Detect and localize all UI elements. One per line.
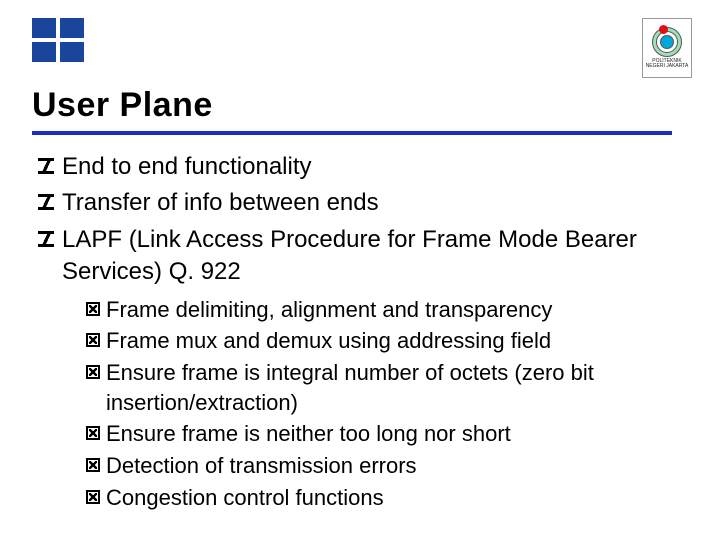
sub-bullet-icon <box>86 490 100 504</box>
slide: POLITEKNIK NEGERI JAKARTA User Plane End… <box>0 0 720 540</box>
list-item: Detection of transmission errors <box>86 451 692 481</box>
sub-bullet-list: Frame delimiting, alignment and transpar… <box>86 295 692 513</box>
bullet-icon <box>38 231 54 247</box>
sub-bullet-icon <box>86 365 100 379</box>
bullet-icon <box>38 194 54 210</box>
list-item: Ensure frame is integral number of octet… <box>86 358 692 417</box>
page-title: User Plane <box>32 86 692 125</box>
bullet-list: End to end functionality Transfer of inf… <box>38 151 692 289</box>
list-item: Frame delimiting, alignment and transpar… <box>86 295 692 325</box>
bullet-text: Transfer of info between ends <box>62 187 379 219</box>
bullet-text: LAPF (Link Access Procedure for Frame Mo… <box>62 224 692 289</box>
list-item: Ensure frame is neither too long nor sho… <box>86 419 692 449</box>
logo-right-caption: POLITEKNIK NEGERI JAKARTA <box>643 59 691 70</box>
logo-left-icon <box>32 18 84 62</box>
sub-bullet-text: Congestion control functions <box>106 483 384 513</box>
bullet-icon <box>38 158 54 174</box>
sub-bullet-icon <box>86 333 100 347</box>
sub-bullet-text: Ensure frame is neither too long nor sho… <box>106 419 511 449</box>
sub-bullet-text: Ensure frame is integral number of octet… <box>106 358 692 417</box>
sub-bullet-text: Frame delimiting, alignment and transpar… <box>106 295 552 325</box>
sub-bullet-text: Detection of transmission errors <box>106 451 417 481</box>
list-item: LAPF (Link Access Procedure for Frame Mo… <box>38 224 692 289</box>
logo-right-icon: POLITEKNIK NEGERI JAKARTA <box>642 18 692 78</box>
sub-bullet-icon <box>86 458 100 472</box>
bullet-text: End to end functionality <box>62 151 312 183</box>
sub-bullet-icon <box>86 302 100 316</box>
sub-bullet-text: Frame mux and demux using addressing fie… <box>106 326 551 356</box>
content: End to end functionality Transfer of inf… <box>32 151 692 512</box>
header: POLITEKNIK NEGERI JAKARTA <box>32 18 692 78</box>
title-underline <box>32 131 672 135</box>
list-item: End to end functionality <box>38 151 692 183</box>
list-item: Transfer of info between ends <box>38 187 692 219</box>
sub-bullet-icon <box>86 426 100 440</box>
list-item: Frame mux and demux using addressing fie… <box>86 326 692 356</box>
list-item: Congestion control functions <box>86 483 692 513</box>
